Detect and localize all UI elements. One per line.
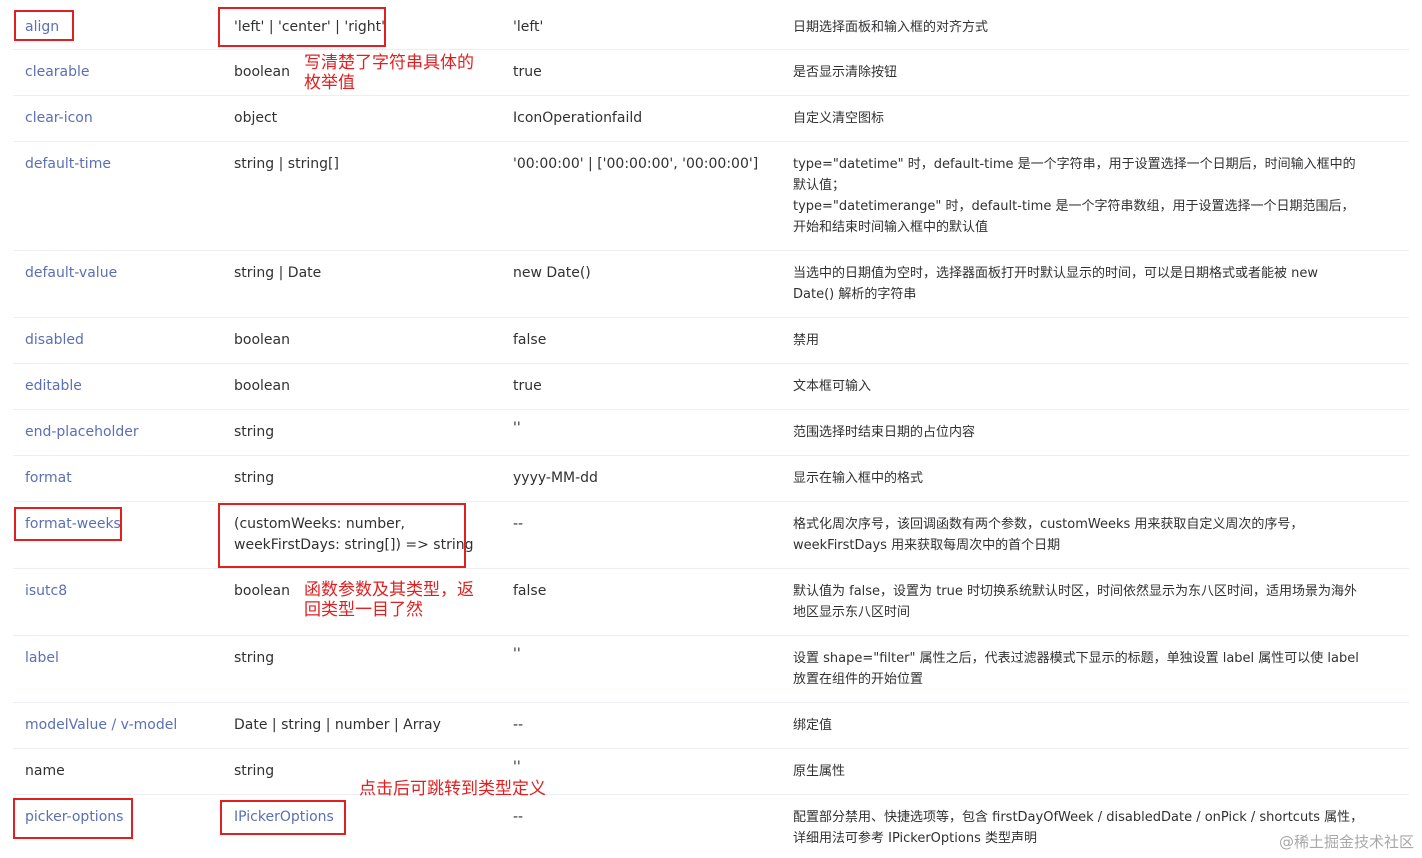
annotation-func: 函数参数及其类型，返 回类型一目了然: [304, 580, 474, 620]
prop-name-link[interactable]: format: [25, 468, 72, 489]
desc-line: type="datetimerange" 时，default-time 是一个字…: [793, 199, 1355, 214]
highlight-box: [14, 507, 122, 541]
prop-default: yyyy-MM-dd: [513, 470, 598, 486]
prop-name-link[interactable]: default-value: [25, 263, 117, 284]
prop-type: string | Date: [234, 265, 322, 281]
prop-desc: 禁用: [793, 333, 820, 348]
table-row: clear-icon object IconOperationfaild 自定义…: [13, 96, 1409, 142]
prop-desc: 原生属性: [793, 764, 846, 779]
prop-name-link[interactable]: clear-icon: [25, 108, 93, 129]
desc-line: 放置在组件的开始位置: [793, 672, 924, 687]
prop-type: boolean: [234, 332, 290, 348]
watermark: @稀土掘金技术社区: [1278, 833, 1414, 851]
prop-default: --: [513, 717, 524, 733]
prop-desc: 默认值为 false，设置为 true 时切换系统默认时区，时间依然显示为东八区…: [793, 581, 1405, 623]
prop-name-link[interactable]: clearable: [25, 62, 90, 83]
prop-type: string: [234, 470, 275, 486]
table-row: default-time string | string[] '00:00:00…: [13, 142, 1409, 251]
prop-default: '00:00:00' | ['00:00:00', '00:00:00']: [513, 156, 759, 172]
desc-line: 当选中的日期值为空时，选择器面板打开时默认显示的时间，可以是日期格式或者能被 n…: [793, 266, 1319, 281]
prop-name-link[interactable]: isutc8: [25, 581, 67, 602]
table-row: disabled boolean false 禁用: [13, 318, 1409, 364]
table-row: label string '' 设置 shape="filter" 属性之后，代…: [13, 636, 1409, 703]
prop-default: 'left': [513, 19, 544, 35]
desc-line: 默认值；: [793, 178, 846, 193]
desc-line: 格式化周次序号，该回调函数有两个参数，customWeeks 用来获取自定义周次…: [793, 517, 1304, 532]
prop-default: true: [513, 378, 542, 394]
prop-name-link[interactable]: modelValue / v-model: [25, 715, 177, 736]
prop-type: string: [234, 763, 275, 779]
table-row: isutc8 boolean false 默认值为 false，设置为 true…: [13, 569, 1409, 636]
highlight-box: [218, 7, 386, 47]
props-table: align 'left' | 'center' | 'right' 'left'…: [13, 0, 1409, 858]
desc-line: 配置部分禁用、快捷选项等，包含 firstDayOfWeek / disable…: [793, 810, 1364, 825]
highlight-box: [218, 503, 466, 568]
table-row: modelValue / v-model Date | string | num…: [13, 703, 1409, 749]
prop-default: new Date(): [513, 265, 591, 281]
desc-line: 开始和结束时间输入框中的默认值: [793, 220, 989, 235]
prop-default: --: [513, 516, 524, 532]
prop-default: false: [513, 332, 547, 348]
prop-name-link[interactable]: label: [25, 648, 59, 669]
table-row: name string '' 原生属性: [13, 749, 1409, 795]
desc-line: 默认值为 false，设置为 true 时切换系统默认时区，时间依然显示为东八区…: [793, 584, 1358, 599]
highlight-box: [13, 798, 133, 839]
prop-desc: 显示在输入框中的格式: [793, 471, 924, 486]
prop-type: Date | string | number | Array: [234, 717, 441, 733]
prop-type: string: [234, 424, 275, 440]
prop-type: boolean: [234, 64, 290, 80]
desc-line: type="datetime" 时，default-time 是一个字符串，用于…: [793, 157, 1356, 172]
prop-default: false: [513, 583, 547, 599]
prop-type: boolean: [234, 583, 290, 599]
desc-line: weekFirstDays 用来获取每周次中的首个日期: [793, 538, 1061, 553]
prop-name: name: [25, 763, 65, 779]
table-row: editable boolean true 文本框可输入: [13, 364, 1409, 410]
prop-desc: 日期选择面板和输入框的对齐方式: [793, 20, 989, 35]
prop-default: IconOperationfaild: [513, 110, 643, 126]
prop-name-link[interactable]: end-placeholder: [25, 422, 139, 443]
highlight-box: [220, 800, 346, 835]
prop-default: '': [513, 759, 521, 775]
prop-desc: 绑定值: [793, 718, 833, 733]
prop-type: string | string[]: [234, 156, 339, 172]
desc-line: 设置 shape="filter" 属性之后，代表过滤器模式下显示的标题，单独设…: [793, 651, 1359, 666]
prop-name-link[interactable]: default-time: [25, 154, 111, 175]
prop-name-link[interactable]: editable: [25, 376, 82, 397]
prop-type: boolean: [234, 378, 290, 394]
prop-type: object: [234, 110, 278, 126]
prop-desc: 文本框可输入: [793, 379, 872, 394]
prop-desc: 当选中的日期值为空时，选择器面板打开时默认显示的时间，可以是日期格式或者能被 n…: [793, 263, 1405, 305]
prop-default: true: [513, 64, 542, 80]
prop-desc: 设置 shape="filter" 属性之后，代表过滤器模式下显示的标题，单独设…: [793, 648, 1405, 690]
prop-desc: 自定义清空图标: [793, 111, 885, 126]
highlight-box: [14, 10, 74, 41]
prop-desc: 格式化周次序号，该回调函数有两个参数，customWeeks 用来获取自定义周次…: [793, 514, 1405, 556]
desc-line: 地区显示东八区时间: [793, 605, 911, 620]
table-row: clearable boolean true 是否显示清除按钮: [13, 50, 1409, 96]
table-row: format string yyyy-MM-dd 显示在输入框中的格式: [13, 456, 1409, 502]
table-row: end-placeholder string '' 范围选择时结束日期的占位内容: [13, 410, 1409, 456]
prop-default: '': [513, 646, 521, 662]
prop-desc: 是否显示清除按钮: [793, 65, 898, 80]
prop-default: '': [513, 420, 521, 436]
prop-desc: 范围选择时结束日期的占位内容: [793, 425, 976, 440]
desc-line: Date() 解析的字符串: [793, 287, 917, 302]
prop-type: string: [234, 650, 275, 666]
prop-name-link[interactable]: disabled: [25, 330, 84, 351]
prop-default: --: [513, 809, 524, 825]
prop-desc: type="datetime" 时，default-time 是一个字符串，用于…: [793, 154, 1405, 238]
table-row: default-value string | Date new Date() 当…: [13, 251, 1409, 318]
annotation-enum: 写清楚了字符串具体的 枚举值: [304, 53, 474, 93]
annotation-jump: 点击后可跳转到类型定义: [359, 779, 546, 799]
